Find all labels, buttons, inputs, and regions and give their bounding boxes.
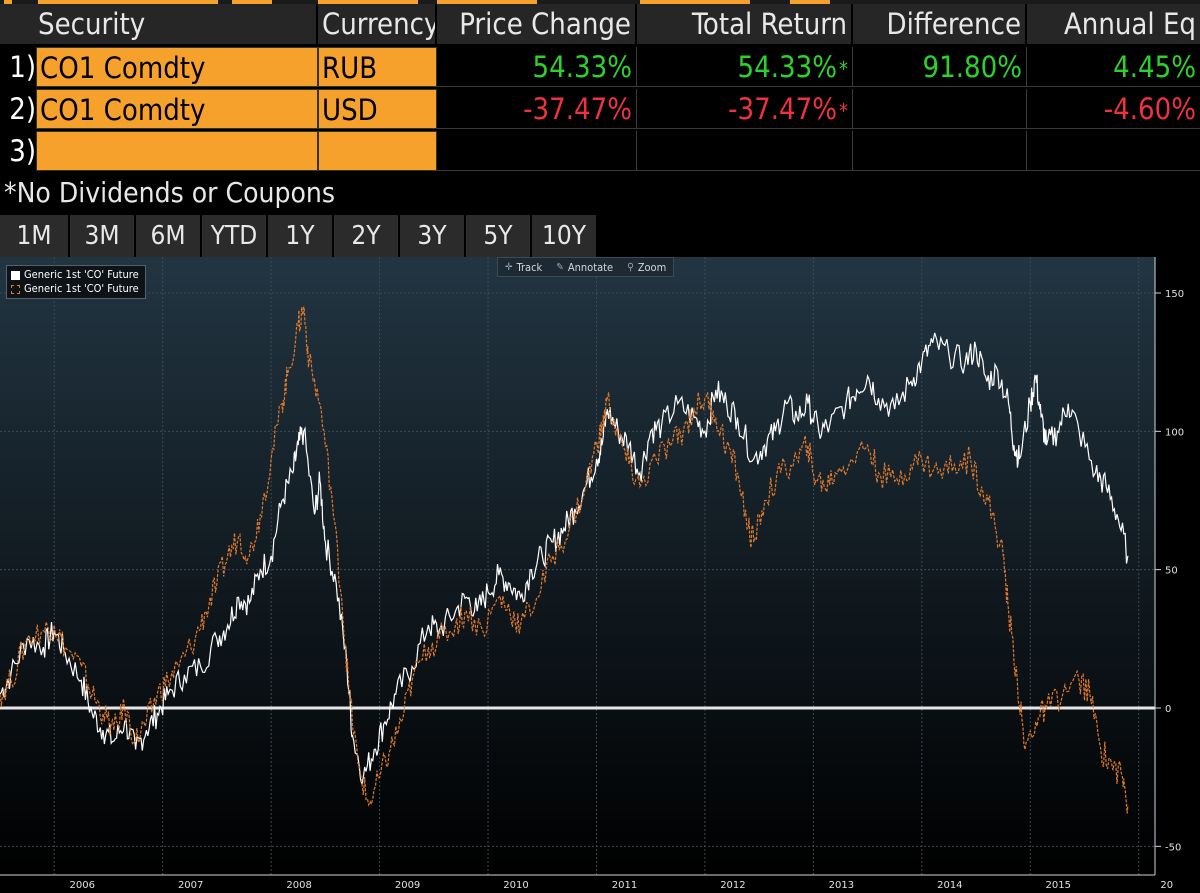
security-input[interactable]	[36, 131, 318, 171]
range-button-ytd[interactable]: YTD	[202, 215, 268, 257]
difference-value: 91.80%	[853, 47, 1027, 87]
legend-label: Generic 1st 'CO' Future	[24, 268, 139, 281]
x-tick-label: 20	[1160, 880, 1173, 891]
x-tick-label: 2011	[612, 880, 637, 891]
security-input[interactable]: CO1 Comdty	[36, 47, 318, 87]
table-header: Security Currency Price Change Total Ret…	[0, 4, 1200, 44]
total-return-value: -37.47%	[728, 92, 837, 126]
legend-swatch	[11, 284, 20, 294]
track-label: Track	[516, 260, 543, 274]
legend-item-usd[interactable]: Generic 1st 'CO' Future	[11, 282, 139, 296]
legend-label: Generic 1st 'CO' Future	[24, 282, 139, 295]
annual-eq-value: 4.45%	[1027, 47, 1200, 87]
annual-eq-value	[1027, 131, 1200, 171]
annual-eq-value: -4.60%	[1027, 89, 1200, 129]
security-input[interactable]: CO1 Comdty	[36, 89, 318, 129]
table-row: 3)	[0, 131, 1200, 171]
total-return-cell: 54.33% *	[637, 47, 853, 87]
no-dividend-marker: *	[839, 57, 848, 81]
pencil-icon: ✎	[556, 261, 564, 273]
row-number: 2)	[9, 92, 36, 126]
total-return-value	[637, 131, 853, 171]
range-button-1y[interactable]: 1Y	[268, 215, 334, 257]
x-tick-label: 2010	[503, 880, 528, 891]
zoom-label: Zoom	[637, 260, 667, 274]
x-tick-label: 2012	[720, 880, 745, 891]
price-chart[interactable]: 2006 2007 2008 2009 2010 2011 2012 2013 2014 2015…	[0, 257, 1200, 893]
y-tick-label: 0	[1165, 704, 1171, 715]
header-security[interactable]: Security	[0, 4, 318, 44]
x-tick-label: 2013	[829, 880, 854, 891]
price-change-value: -37.47%	[437, 89, 637, 129]
x-tick-label: 2015	[1046, 880, 1071, 891]
x-tick-label: 2014	[937, 880, 962, 891]
difference-value	[853, 89, 1027, 129]
y-tick-label: -50	[1165, 842, 1181, 853]
difference-value	[853, 131, 1027, 171]
track-button[interactable]: ✛ Track	[498, 261, 549, 274]
x-tick-label: 2006	[69, 880, 94, 891]
crosshair-icon: ✛	[505, 261, 513, 273]
chart-legend: Generic 1st 'CO' Future Generic 1st 'CO'…	[6, 265, 146, 299]
annotate-button[interactable]: ✎ Annotate	[549, 261, 620, 274]
header-annual-eq[interactable]: Annual Eq	[1027, 4, 1200, 44]
legend-item-rub[interactable]: Generic 1st 'CO' Future	[11, 268, 139, 282]
footnote: *No Dividends or Coupons	[4, 176, 335, 209]
row-number: 3)	[9, 134, 36, 168]
header-difference[interactable]: Difference	[853, 4, 1027, 44]
table-row: 2) CO1 Comdty USD -37.47% -37.47% * -4.60…	[0, 89, 1200, 129]
currency-input[interactable]: RUB	[318, 47, 437, 87]
x-tick-label: 2007	[178, 880, 203, 891]
y-tick-label: 50	[1165, 566, 1178, 577]
magnifier-icon: ⚲	[627, 261, 634, 273]
y-tick-label: 150	[1165, 289, 1184, 300]
price-change-value: 54.33%	[437, 47, 637, 87]
chart-canvas[interactable]: 2006 2007 2008 2009 2010 2011 2012 2013 2014 2015…	[0, 257, 1200, 893]
price-change-value	[437, 131, 637, 171]
range-button-3y[interactable]: 3Y	[400, 215, 466, 257]
range-button-3m[interactable]: 3M	[70, 215, 136, 257]
chart-toolbar: ✛ Track ✎ Annotate ⚲ Zoom	[497, 257, 675, 277]
total-return-cell: -37.47% *	[637, 89, 853, 129]
table-row: 1) CO1 Comdty RUB 54.33% 54.33% * 91.80% …	[0, 47, 1200, 87]
range-button-1m[interactable]: 1M	[0, 215, 70, 257]
no-dividend-marker: *	[839, 99, 848, 123]
currency-input[interactable]: USD	[318, 89, 437, 129]
range-button-5y[interactable]: 5Y	[466, 215, 532, 257]
header-total-return[interactable]: Total Return	[637, 4, 853, 44]
range-button-10y[interactable]: 10Y	[532, 215, 598, 257]
annotate-label: Annotate	[567, 260, 614, 274]
range-button-2y[interactable]: 2Y	[334, 215, 400, 257]
x-tick-label: 2009	[395, 880, 420, 891]
x-tick-label: 2008	[286, 880, 311, 891]
legend-swatch	[11, 270, 20, 280]
currency-input[interactable]	[318, 131, 437, 171]
zoom-button[interactable]: ⚲ Zoom	[620, 261, 673, 274]
header-currency[interactable]: Currency	[318, 4, 437, 44]
y-tick-label: 100	[1165, 427, 1184, 438]
row-number: 1)	[9, 50, 36, 84]
header-price-change[interactable]: Price Change	[437, 4, 637, 44]
range-button-6m[interactable]: 6M	[136, 215, 202, 257]
total-return-value: 54.33%	[737, 50, 837, 84]
